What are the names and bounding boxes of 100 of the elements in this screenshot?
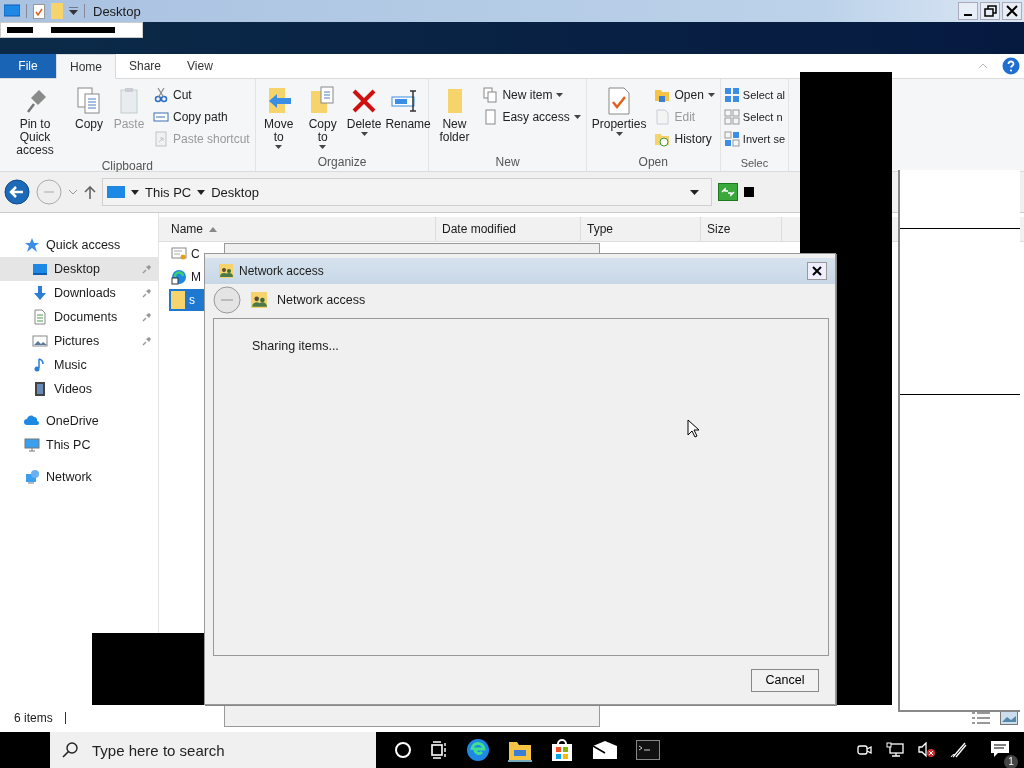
item-count: 6 items <box>14 710 53 725</box>
pen-icon[interactable] <box>950 742 968 758</box>
file-row[interactable]: C <box>159 243 223 265</box>
network-icon <box>24 469 40 485</box>
group-label: Selec <box>740 157 769 169</box>
ribbon-button[interactable]: Copy to <box>301 83 344 151</box>
column-header[interactable]: Type <box>581 217 701 241</box>
ribbon-button[interactable]: New item <box>479 85 584 105</box>
group-label: Open <box>638 155 668 169</box>
users-icon <box>219 264 233 278</box>
search-field[interactable]: Type here to search <box>90 740 370 760</box>
ribbon-tab[interactable]: Share <box>116 54 175 78</box>
close-button[interactable] <box>807 262 827 280</box>
mouse-cursor-icon <box>687 419 699 438</box>
column-header[interactable]: Size <box>701 217 782 241</box>
store-icon[interactable] <box>550 738 574 762</box>
dropdown-icon[interactable] <box>690 189 699 195</box>
search-bar[interactable]: Type here to search <box>50 732 376 768</box>
close-icon <box>812 266 822 276</box>
dialog-title: Network access <box>239 264 324 278</box>
breadcrumb-caret-icon[interactable] <box>197 189 206 195</box>
dropdown-icon[interactable] <box>69 7 78 15</box>
column-header[interactable]: Name <box>159 217 436 241</box>
address-field[interactable]: This PC Desktop <box>102 178 712 206</box>
properties-icon[interactable] <box>33 3 45 19</box>
computer-icon <box>24 437 40 453</box>
ribbon-button[interactable]: Easy access <box>479 107 584 127</box>
circle-icon[interactable] <box>394 741 412 759</box>
details-view-icon[interactable] <box>972 710 990 725</box>
ribbon-button[interactable]: Select al <box>722 85 787 105</box>
nav-item[interactable]: Videos <box>0 377 158 401</box>
ribbon-button[interactable]: Select n <box>722 107 787 127</box>
document-icon <box>32 309 48 325</box>
ribbon-button[interactable]: History <box>651 129 718 149</box>
ribbon-button[interactable]: Invert se <box>722 129 787 149</box>
download-arrow-icon <box>32 285 48 301</box>
breadcrumb[interactable]: Desktop <box>211 184 259 200</box>
nav-item[interactable]: Downloads <box>0 281 158 305</box>
ribbon-button[interactable]: Delete <box>345 83 383 138</box>
ribbon-button[interactable]: Open <box>651 85 718 105</box>
group-label: Clipboard <box>101 159 154 173</box>
nav-item[interactable]: Quick access <box>0 233 158 257</box>
nav-item[interactable]: OneDrive <box>0 409 158 433</box>
folder-icon <box>171 291 185 309</box>
ribbon-button[interactable]: Copy <box>70 83 108 133</box>
cancel-button[interactable]: Cancel <box>751 668 819 692</box>
ribbon-tab[interactable]: Home <box>56 54 116 79</box>
dialog-heading: Network access <box>277 293 366 307</box>
ribbon-button[interactable]: Move to <box>257 83 300 151</box>
file-tab[interactable]: File <box>0 54 56 78</box>
browser-shortcut-icon <box>171 269 187 285</box>
mail-icon[interactable] <box>592 740 618 760</box>
scissors-icon <box>153 87 169 103</box>
nav-item[interactable]: Music <box>0 353 158 377</box>
ribbon-tab[interactable]: View <box>174 54 226 78</box>
ribbon-button[interactable]: New folder <box>431 83 478 146</box>
refresh-icon[interactable] <box>718 183 738 201</box>
nav-item[interactable]: Pictures <box>0 329 158 353</box>
shortcut-icon <box>153 131 169 147</box>
users-icon <box>251 292 267 308</box>
network-icon[interactable] <box>886 742 904 758</box>
new-item-icon <box>482 87 499 103</box>
close-icon[interactable] <box>1002 2 1022 20</box>
restore-icon[interactable] <box>980 2 1000 20</box>
task-view-icon[interactable] <box>430 741 448 759</box>
breadcrumb[interactable]: This PC <box>145 184 192 200</box>
ribbon-button[interactable]: Cut <box>150 85 253 105</box>
notification-badge: 1 <box>1004 754 1018 768</box>
nav-item[interactable]: Desktop <box>0 257 158 281</box>
nav-item[interactable]: Network <box>0 465 158 489</box>
back-icon[interactable] <box>4 179 30 205</box>
star-icon <box>24 237 40 253</box>
document-icon <box>482 109 499 125</box>
terminal-icon[interactable] <box>636 740 660 760</box>
ribbon-button[interactable]: Copy path <box>150 107 253 127</box>
breadcrumb-caret-icon[interactable] <box>131 189 139 195</box>
open-folder-icon <box>654 87 671 103</box>
computer-icon[interactable] <box>4 4 20 18</box>
file-row[interactable]: M <box>159 266 223 288</box>
copy-path-icon <box>153 109 169 125</box>
column-header[interactable]: Date modified <box>436 217 581 241</box>
desktop-icon <box>32 261 48 277</box>
status-message: Sharing items... <box>252 339 339 353</box>
ribbon-button[interactable]: Pin to Quick access <box>2 83 68 159</box>
help-icon[interactable] <box>1002 57 1020 75</box>
film-icon <box>32 381 48 397</box>
edit-document-icon <box>654 109 671 125</box>
select-all-icon <box>723 87 740 103</box>
invert-selection-icon <box>723 131 740 147</box>
ribbon-button[interactable]: Properties <box>588 83 650 138</box>
notifications-icon[interactable] <box>990 739 1010 758</box>
browser-icon[interactable] <box>466 738 490 762</box>
muted-speaker-icon[interactable] <box>918 742 936 758</box>
nav-item[interactable]: This PC <box>0 433 158 457</box>
select-none-icon <box>723 109 740 125</box>
camera-icon[interactable] <box>856 742 872 758</box>
history-icon <box>654 131 671 147</box>
minimize-icon[interactable] <box>958 2 978 20</box>
nav-item[interactable]: Documents <box>0 305 158 329</box>
up-arrow-icon[interactable] <box>84 185 96 199</box>
